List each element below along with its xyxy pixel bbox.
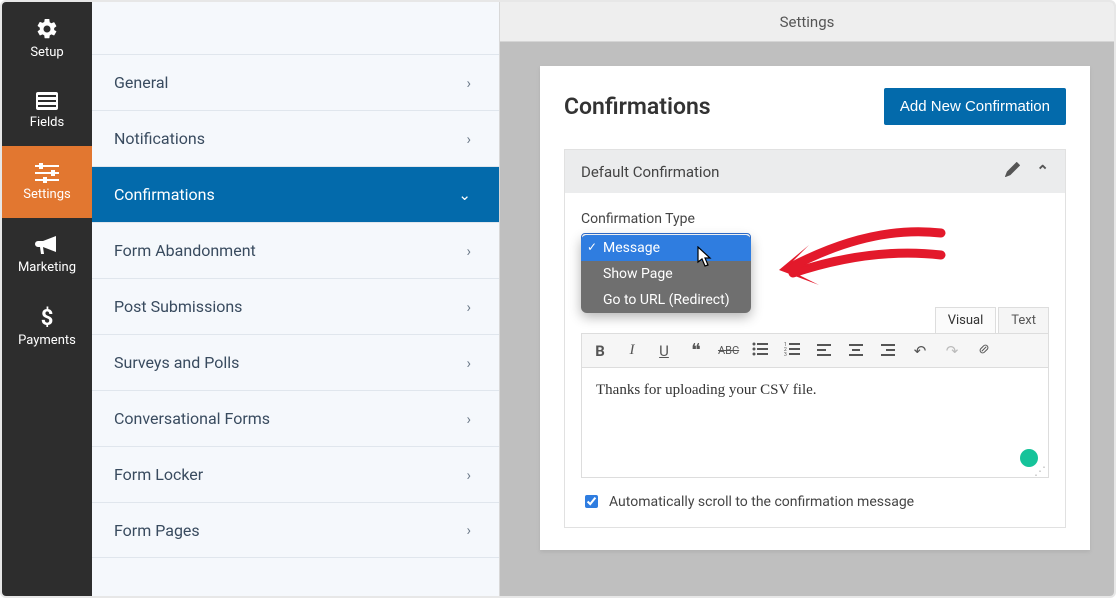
- dollar-icon: $: [39, 305, 55, 329]
- svg-text:3: 3: [784, 352, 787, 356]
- main-column: Settings Confirmations Add New Confirmat…: [500, 2, 1114, 596]
- page-title: Confirmations: [564, 93, 711, 120]
- auto-scroll-label: Automatically scroll to the confirmation…: [609, 494, 914, 510]
- pencil-icon[interactable]: [1005, 162, 1020, 181]
- svg-text:$: $: [41, 306, 54, 329]
- panel-title: Default Confirmation: [581, 163, 719, 181]
- sidebar-item-label: Marketing: [18, 260, 76, 275]
- chevron-right-icon: ›: [466, 466, 471, 484]
- align-center-icon[interactable]: [846, 342, 866, 360]
- chevron-right-icon: ›: [466, 242, 471, 260]
- content-wrap: Confirmations Add New Confirmation Defau…: [500, 42, 1114, 574]
- sidebar-item-payments[interactable]: $ Payments: [2, 290, 92, 362]
- sliders-icon: [35, 163, 59, 183]
- underline-icon[interactable]: U: [654, 342, 674, 360]
- bullhorn-icon: [35, 234, 59, 256]
- confirmation-type-dropdown[interactable]: Message Show Page Go to URL (Redirect): [581, 233, 751, 263]
- topbar: Settings: [500, 2, 1114, 42]
- align-right-icon[interactable]: [878, 342, 898, 360]
- option-show-page[interactable]: Show Page: [581, 261, 751, 287]
- submenu-label: Form Pages: [114, 521, 200, 540]
- submenu-label: Post Submissions: [114, 297, 242, 316]
- sidebar-item-label: Settings: [23, 187, 70, 202]
- sidebar-item-label: Payments: [18, 333, 76, 348]
- submenu-item-notifications[interactable]: Notifications ›: [92, 110, 499, 166]
- sidebar-item-setup[interactable]: Setup: [2, 2, 92, 74]
- app-frame: Setup Fields Settings Marketing $ Paymen…: [0, 0, 1116, 598]
- tab-text[interactable]: Text: [998, 307, 1049, 333]
- topbar-title: Settings: [780, 13, 835, 31]
- tab-visual[interactable]: Visual: [935, 307, 997, 333]
- italic-icon[interactable]: I: [622, 342, 642, 359]
- confirmations-card: Confirmations Add New Confirmation Defau…: [540, 66, 1090, 550]
- list-icon: [35, 91, 59, 111]
- chevron-right-icon: ›: [466, 354, 471, 372]
- submenu-item-confirmations[interactable]: Confirmations ⌄: [92, 166, 499, 222]
- add-new-confirmation-button[interactable]: Add New Confirmation: [884, 88, 1066, 125]
- settings-submenu: General › Notifications › Confirmations ⌄ F…: [92, 2, 500, 596]
- bold-icon[interactable]: B: [590, 342, 610, 360]
- bullet-list-icon[interactable]: [750, 342, 770, 360]
- message-text: Thanks for uploading your CSV file.: [596, 382, 817, 398]
- number-list-icon[interactable]: 123: [782, 342, 802, 360]
- submenu-item-form-pages[interactable]: Form Pages ›: [92, 502, 499, 558]
- sidebar-item-label: Setup: [30, 45, 63, 60]
- submenu-item-surveys-polls[interactable]: Surveys and Polls ›: [92, 334, 499, 390]
- editor-toolbar: B I U ❝ ABC 123 ↶ ↷: [581, 333, 1049, 368]
- quote-icon[interactable]: ❝: [686, 340, 706, 361]
- submenu-item-general[interactable]: General ›: [92, 54, 499, 110]
- sidebar-item-label: Fields: [30, 115, 64, 130]
- submenu-label: Conversational Forms: [114, 409, 270, 428]
- resize-grip-icon[interactable]: ⋰: [1034, 467, 1046, 475]
- auto-scroll-row[interactable]: Automatically scroll to the confirmation…: [581, 492, 1049, 511]
- annotation-arrow-icon: [771, 215, 951, 305]
- submenu-item-conversational-forms[interactable]: Conversational Forms ›: [92, 390, 499, 446]
- confirmation-type-label: Confirmation Type: [581, 211, 1049, 227]
- chevron-right-icon: ›: [466, 298, 471, 316]
- undo-icon[interactable]: ↶: [910, 342, 930, 360]
- align-left-icon[interactable]: [814, 342, 834, 360]
- icon-sidebar: Setup Fields Settings Marketing $ Paymen…: [2, 2, 92, 596]
- chevron-right-icon: ›: [466, 410, 471, 428]
- submenu-label: Form Locker: [114, 465, 203, 484]
- chevron-right-icon: ›: [466, 130, 471, 148]
- chevron-down-icon: ⌄: [458, 186, 471, 204]
- editor-body[interactable]: Thanks for uploading your CSV file. ⋰: [581, 368, 1049, 478]
- option-message[interactable]: Message: [581, 235, 751, 261]
- redo-icon[interactable]: ↷: [942, 342, 962, 360]
- strikethrough-icon[interactable]: ABC: [718, 344, 738, 357]
- submenu-label: Notifications: [114, 129, 205, 148]
- submenu-label: Surveys and Polls: [114, 353, 239, 372]
- submenu-label: General: [114, 73, 168, 92]
- chevron-right-icon: ›: [466, 74, 471, 92]
- submenu-item-form-locker[interactable]: Form Locker ›: [92, 446, 499, 502]
- auto-scroll-checkbox[interactable]: [585, 495, 598, 508]
- link-icon[interactable]: [974, 341, 994, 361]
- panel-body: Confirmation Type Message Show Page Go t…: [565, 193, 1065, 527]
- chevron-right-icon: ›: [466, 521, 471, 539]
- submenu-label: Form Abandonment: [114, 241, 256, 260]
- submenu-item-post-submissions[interactable]: Post Submissions ›: [92, 278, 499, 334]
- submenu-item-form-abandonment[interactable]: Form Abandonment ›: [92, 222, 499, 278]
- panel-header[interactable]: Default Confirmation ⌃: [565, 150, 1065, 193]
- option-go-to-url[interactable]: Go to URL (Redirect): [581, 287, 751, 313]
- sidebar-item-settings[interactable]: Settings: [2, 146, 92, 218]
- dropdown-popup: Message Show Page Go to URL (Redirect): [581, 235, 751, 313]
- default-confirmation-panel: Default Confirmation ⌃ Confirmation Type: [564, 149, 1066, 528]
- sidebar-item-marketing[interactable]: Marketing: [2, 218, 92, 290]
- submenu-label: Confirmations: [114, 185, 215, 204]
- gear-icon: [35, 17, 59, 41]
- chevron-up-icon[interactable]: ⌃: [1036, 162, 1049, 181]
- sidebar-item-fields[interactable]: Fields: [2, 74, 92, 146]
